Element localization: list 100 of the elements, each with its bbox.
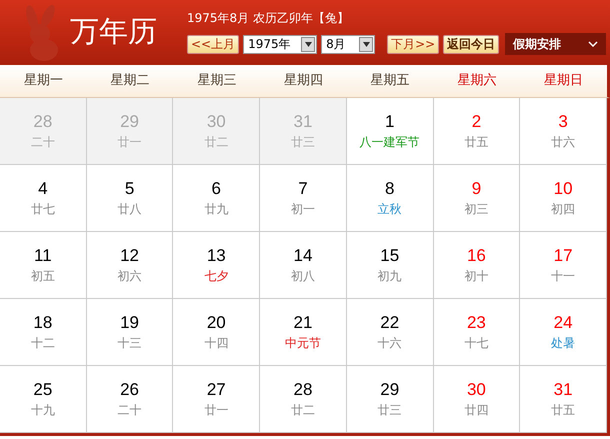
day-number: 25	[33, 380, 52, 400]
lunar-note: 初一	[290, 201, 315, 218]
day-cell[interactable]: 20 十四	[173, 299, 260, 366]
lunar-note: 初五	[30, 268, 55, 285]
day-cell[interactable]: 31 廿五	[520, 366, 607, 433]
day-cell[interactable]: 16 初十	[434, 232, 520, 299]
day-number: 5	[124, 179, 134, 199]
day-cell[interactable]: 3 廿六	[520, 98, 607, 165]
day-cell[interactable]: 13 七夕	[173, 232, 260, 299]
day-number: 26	[120, 380, 140, 400]
weekday-header: 星期二	[110, 72, 151, 90]
lunar-note: 廿六	[551, 134, 576, 151]
day-cell[interactable]: 22 十六	[346, 299, 434, 366]
day-cell[interactable]: 7 初一	[260, 165, 347, 232]
day-cell[interactable]: 15 初九	[346, 232, 434, 299]
day-cell[interactable]: 1 八一建军节	[346, 98, 434, 165]
day-number: 6	[212, 179, 222, 199]
day-cell[interactable]: 4 廿七	[0, 165, 87, 232]
month-select[interactable]: 8月	[321, 34, 376, 54]
day-cell[interactable]: 21 中元节	[260, 299, 347, 366]
lunar-note: 立秋	[378, 201, 402, 218]
lunar-note: 初四	[551, 201, 576, 218]
lunar-note: 廿五	[551, 402, 576, 419]
day-cell[interactable]: 17 十一	[520, 232, 607, 299]
day-cell[interactable]: 27 廿一	[173, 366, 260, 433]
day-cell[interactable]: 18 十二	[0, 299, 87, 366]
lunar-note: 廿四	[464, 402, 488, 419]
day-number: 18	[33, 313, 52, 333]
day-number: 29	[380, 380, 400, 400]
lunar-note: 十一	[551, 268, 576, 285]
lunar-note: 二十	[30, 134, 55, 151]
day-number: 10	[554, 179, 573, 199]
lunar-note: 十四	[204, 335, 228, 352]
day-cell[interactable]: 11 初五	[0, 232, 87, 299]
lunar-note: 廿七	[30, 201, 55, 218]
day-number: 9	[472, 179, 482, 199]
day-cell[interactable]: 25 十九	[0, 366, 87, 433]
dropdown-arrow-icon	[304, 42, 312, 46]
day-cell[interactable]: 8 立秋	[346, 165, 434, 232]
prev-month-button[interactable]: <<上月	[187, 34, 240, 54]
day-number: 30	[206, 112, 226, 132]
day-number: 24	[554, 313, 573, 333]
day-cell[interactable]: 23 十七	[434, 299, 520, 366]
chevron-down-icon	[588, 41, 598, 47]
day-cell[interactable]: 12 初六	[86, 232, 174, 299]
day-cell[interactable]: 19 十三	[86, 299, 174, 366]
day-cell[interactable]: 14 初八	[260, 232, 347, 299]
day-number: 14	[294, 246, 312, 266]
lunar-note: 二十	[118, 402, 142, 419]
day-cell[interactable]: 2 廿五	[434, 98, 520, 165]
day-cell[interactable]: 29 廿三	[346, 366, 434, 433]
lunar-note: 十六	[378, 335, 402, 352]
day-number: 2	[472, 112, 482, 132]
day-cell[interactable]: 30 廿四	[434, 366, 520, 433]
year-select[interactable]: 1975年	[243, 34, 318, 54]
lunar-note: 廿三	[378, 402, 402, 419]
day-cell[interactable]: 9 初三	[434, 165, 520, 232]
holiday-menu[interactable]: 假期安排	[505, 33, 606, 55]
day-number: 4	[38, 179, 48, 199]
day-number: 29	[120, 112, 140, 132]
day-number: 21	[294, 313, 312, 333]
day-number: 28	[294, 380, 312, 400]
lunar-note: 初六	[118, 268, 142, 285]
lunar-note: 十九	[30, 402, 55, 419]
day-number: 17	[554, 246, 573, 266]
day-cell[interactable]: 26 二十	[86, 366, 174, 433]
day-number: 7	[298, 179, 308, 199]
day-number: 28	[33, 112, 52, 132]
day-cell[interactable]: 5 廿八	[86, 165, 174, 232]
next-month-button[interactable]: 下月>>	[387, 34, 440, 54]
day-number: 27	[206, 380, 226, 400]
lunar-note: 初三	[464, 201, 488, 218]
lunar-note: 廿九	[204, 201, 228, 218]
lunar-note: 八一建军节	[360, 134, 420, 151]
weekday-header: 星期四	[282, 72, 324, 90]
today-button[interactable]: 返回今日	[443, 34, 500, 54]
lunar-note: 初八	[290, 268, 315, 285]
day-number: 31	[554, 380, 573, 400]
lunar-note: 初十	[464, 268, 488, 285]
day-cell[interactable]: 24 处暑	[520, 299, 607, 366]
lunar-note: 廿二	[290, 402, 315, 419]
day-cell[interactable]: 10 初四	[520, 165, 607, 232]
day-cell[interactable]: 28 廿二	[260, 366, 347, 433]
weekday-header: 星期日	[543, 72, 584, 90]
lunar-note: 廿一	[118, 134, 142, 151]
lunar-note: 廿二	[204, 134, 228, 151]
date-info: 1975年8月 农历乙卯年【兔】	[187, 10, 350, 27]
day-number: 8	[384, 179, 394, 199]
day-number: 16	[466, 246, 486, 266]
day-number: 20	[206, 313, 226, 333]
app-title: 万年历	[70, 13, 157, 50]
lunar-note: 廿一	[204, 402, 228, 419]
lunar-note: 廿五	[464, 134, 488, 151]
lunar-note: 廿八	[118, 201, 142, 218]
lunar-note: 中元节	[284, 335, 321, 352]
lunar-note: 处暑	[551, 335, 576, 352]
lunar-note: 七夕	[204, 268, 228, 285]
day-number: 12	[120, 246, 140, 266]
day-cell[interactable]: 6 廿九	[173, 165, 260, 232]
day-number: 31	[294, 112, 312, 132]
